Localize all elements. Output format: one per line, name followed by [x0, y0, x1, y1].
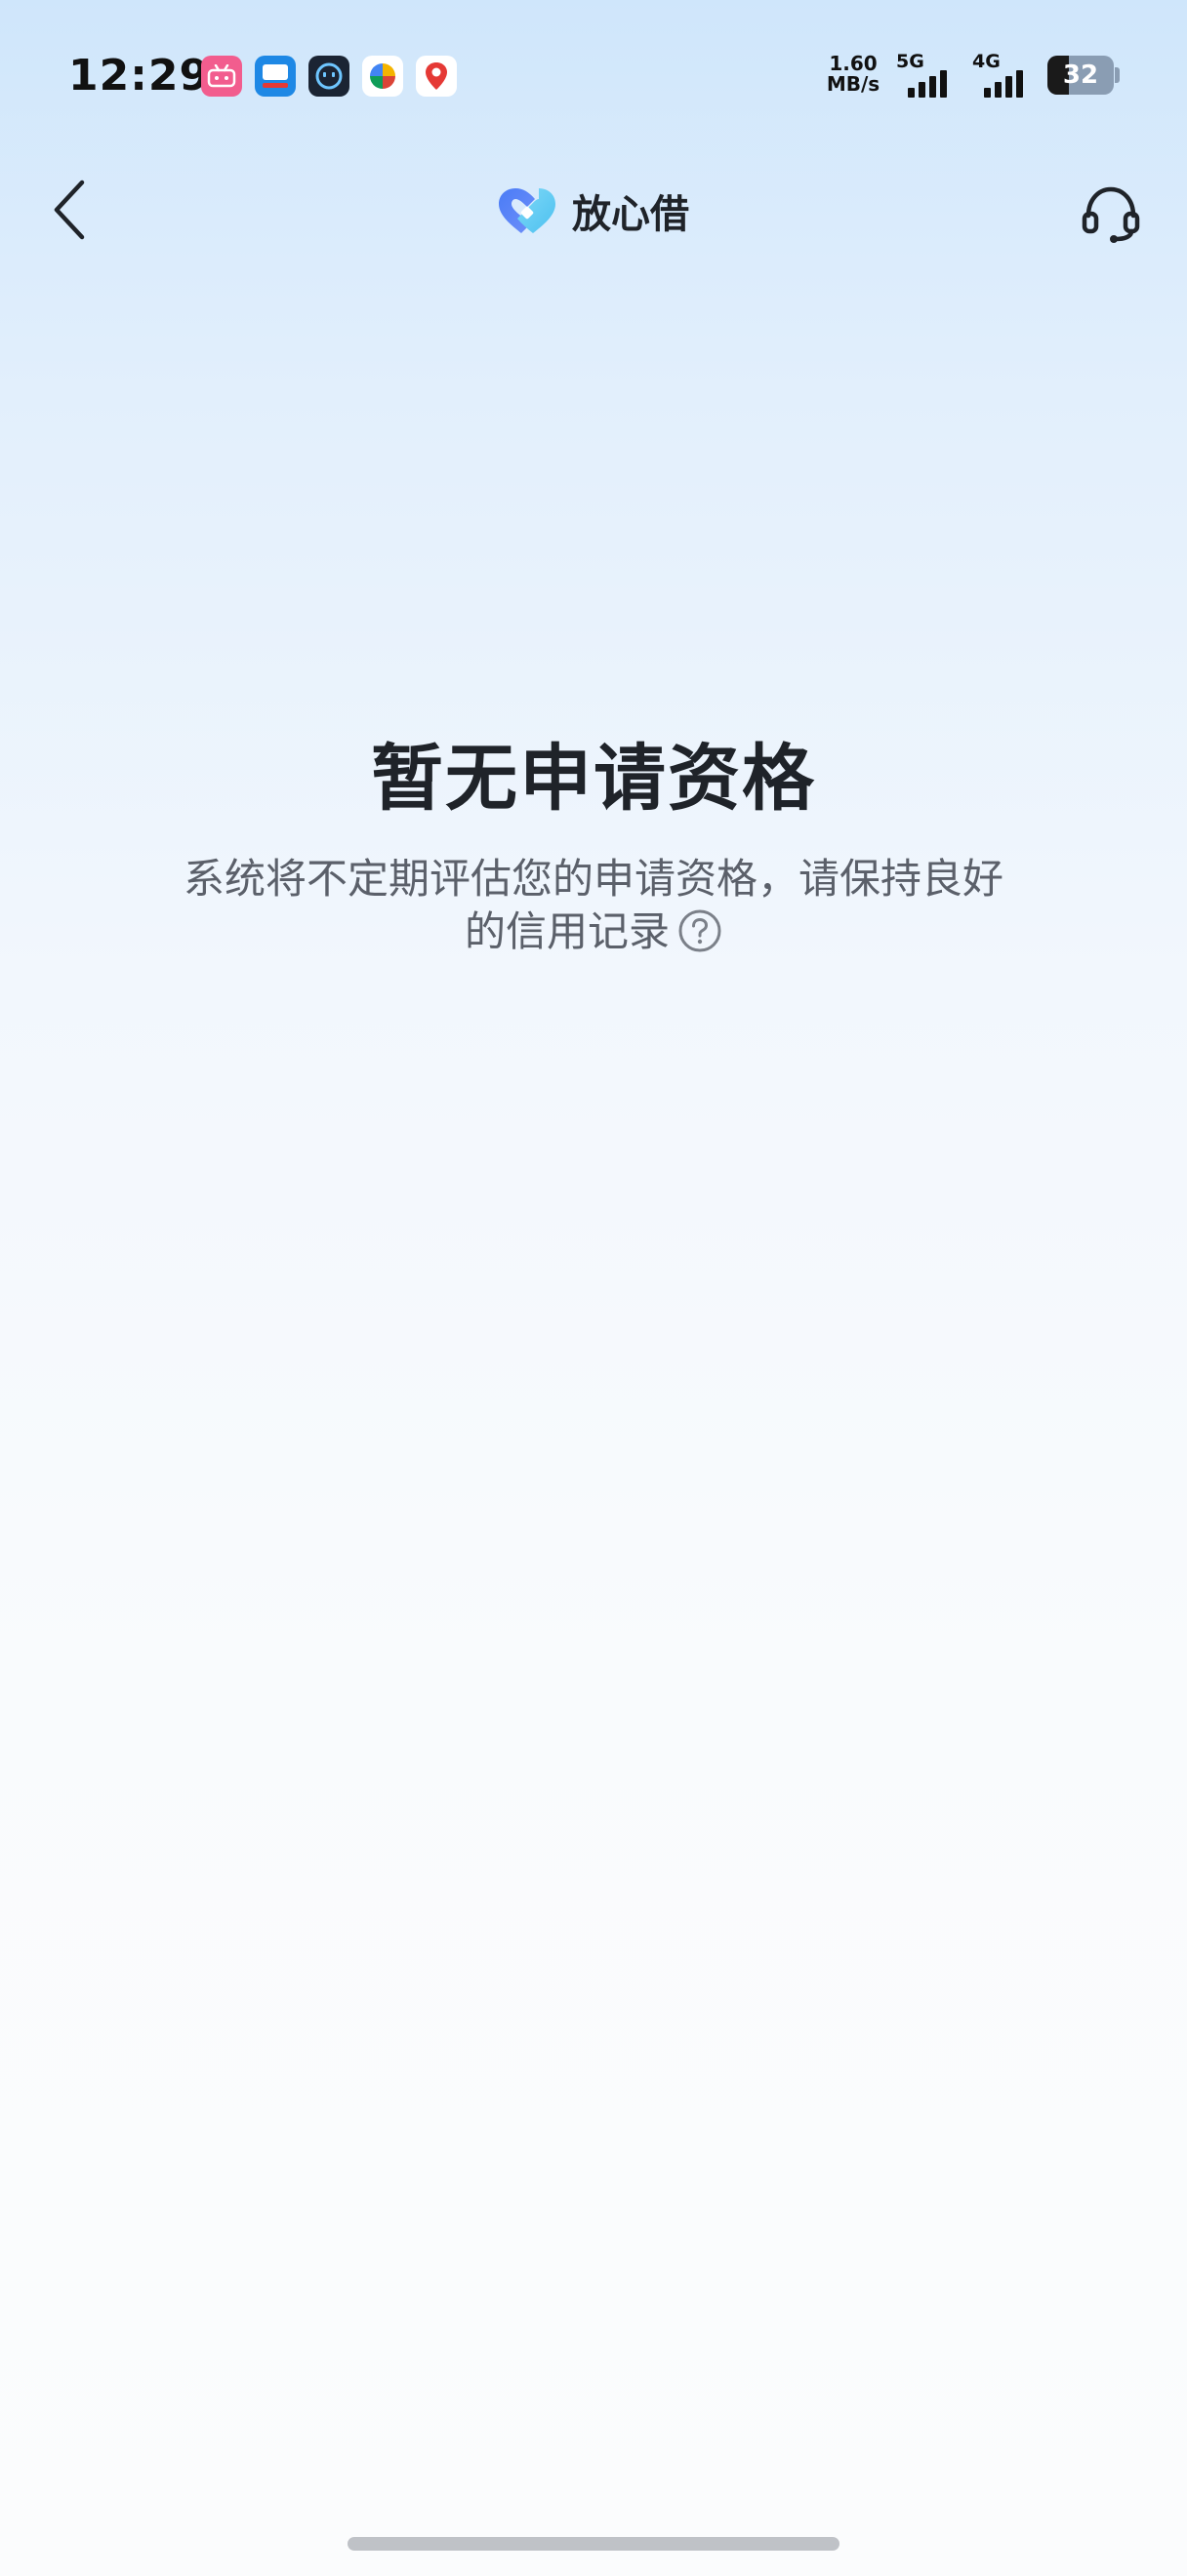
help-icon[interactable]	[677, 908, 722, 966]
brand: 放心借	[496, 181, 689, 240]
signal-4g-label: 4G	[972, 51, 1001, 72]
hello-icon	[255, 56, 296, 97]
signal-5g-label: 5G	[896, 51, 924, 72]
battery-level: 32	[1062, 60, 1099, 90]
signal-bars-icon	[908, 70, 947, 98]
robot-app-icon	[308, 56, 349, 97]
brand-name: 放心借	[572, 192, 689, 237]
pinwheel-app-icon	[362, 56, 403, 97]
notification-icons	[201, 56, 457, 97]
status-bar: 12:29 1.60 MB/s 5G 4G 32	[0, 0, 1187, 156]
heart-logo-icon	[499, 188, 555, 233]
back-button[interactable]	[39, 176, 102, 244]
empty-state-description: 系统将不定期评估您的申请资格，请保持良好的信用记录	[166, 853, 1021, 966]
header: 放心借	[0, 156, 1187, 263]
signal-4g: 4G	[970, 51, 1039, 98]
customer-service-button[interactable]	[1074, 176, 1148, 250]
headset-icon	[1082, 186, 1140, 243]
battery-icon: 32	[1047, 56, 1114, 95]
status-time: 12:29	[68, 51, 211, 101]
chevron-left-icon	[54, 180, 85, 240]
empty-state-title: 暂无申请资格	[371, 737, 816, 821]
network-speed: 1.60 MB/s	[824, 54, 882, 95]
home-indicator[interactable]	[348, 2537, 839, 2551]
signal-5g: 5G	[894, 51, 962, 98]
bilibili-icon	[201, 56, 242, 97]
network-speed-value: 1.60	[829, 52, 878, 75]
battery-tip	[1115, 67, 1120, 83]
description-text: 系统将不定期评估您的申请资格，请保持良好的信用记录	[183, 855, 1003, 955]
map-app-icon	[416, 56, 457, 97]
signal-bars-icon	[984, 70, 1023, 98]
network-speed-unit: MB/s	[826, 72, 880, 96]
